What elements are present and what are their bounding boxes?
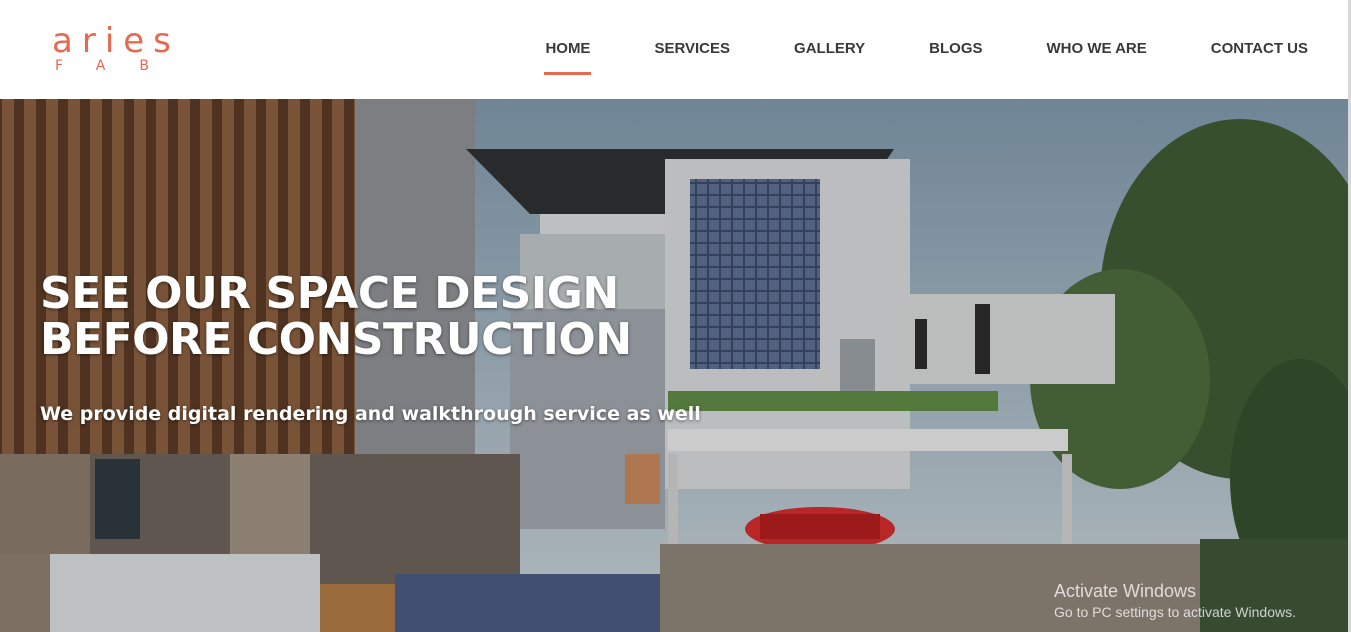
watermark-title: Activate Windows bbox=[1054, 581, 1197, 601]
nav-contact-us[interactable]: CONTACT US bbox=[1211, 38, 1308, 60]
hero-overlay bbox=[0, 99, 1348, 632]
nav-who-we-are[interactable]: WHO WE ARE bbox=[1047, 38, 1147, 60]
hero-subtitle: We provide digital rendering and walkthr… bbox=[40, 403, 701, 425]
nav-gallery[interactable]: GALLERY bbox=[794, 38, 865, 60]
site-header: aries FAB HOME SERVICES GALLERY BLOGS WH… bbox=[0, 0, 1351, 99]
hero-title-line-2: BEFORE CONSTRUCTION bbox=[40, 314, 632, 365]
activate-windows-watermark: Activate Windows Go to PC settings to ac… bbox=[1054, 579, 1296, 621]
nav-services[interactable]: SERVICES bbox=[654, 38, 730, 60]
nav-blogs[interactable]: BLOGS bbox=[929, 38, 982, 60]
logo-wordmark: aries bbox=[52, 21, 180, 61]
watermark-subtitle: Go to PC settings to activate Windows. bbox=[1054, 604, 1296, 620]
hero-title: SEE OUR SPACE DESIGN BEFORE CONSTRUCTION bbox=[40, 271, 632, 363]
hero-title-line-1: SEE OUR SPACE DESIGN bbox=[40, 268, 619, 319]
nav-home[interactable]: HOME bbox=[544, 38, 592, 75]
logo-subword: FAB bbox=[55, 58, 183, 74]
hero-banner: SEE OUR SPACE DESIGN BEFORE CONSTRUCTION… bbox=[0, 99, 1348, 632]
brand-logo[interactable]: aries FAB bbox=[52, 24, 202, 80]
main-nav: HOME SERVICES GALLERY BLOGS WHO WE ARE C… bbox=[544, 38, 1308, 75]
